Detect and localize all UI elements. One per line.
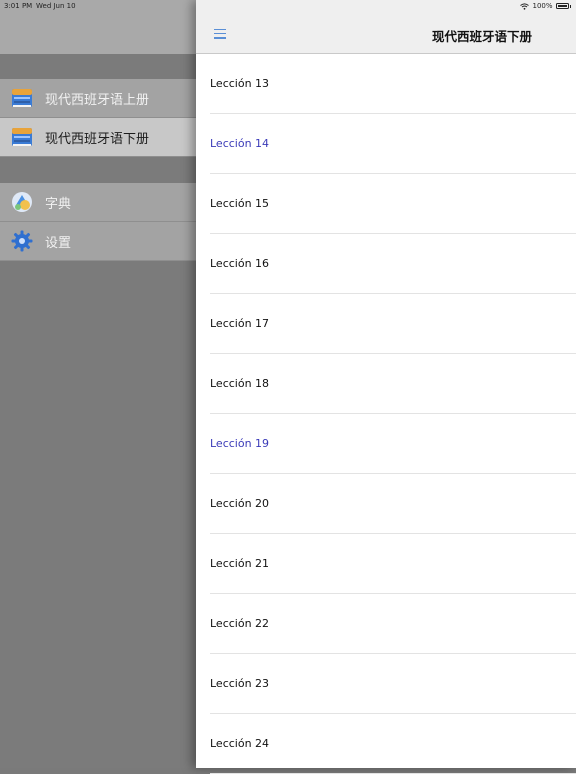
sidebar-tools-group: 字典 设置	[0, 183, 196, 261]
status-time: 3:01 PM	[4, 2, 33, 10]
dictionary-icon	[12, 192, 32, 212]
lesson-list: Lección 13 Lección 14 Lección 15 Lección…	[196, 54, 576, 774]
sidebar-item-book-1[interactable]: 现代西班牙语上册	[0, 79, 196, 118]
lesson-label: Lección 16	[210, 257, 270, 270]
sidebar-item-book-2[interactable]: 现代西班牙语下册	[0, 118, 196, 157]
lesson-row[interactable]: Lección 14	[196, 114, 576, 174]
sidebar-item-label: 现代西班牙语上册	[45, 92, 150, 108]
gear-icon	[11, 230, 33, 252]
lesson-label: Lección 23	[210, 677, 270, 690]
lesson-label: Lección 14	[210, 137, 270, 150]
lesson-row[interactable]: Lección 13	[196, 54, 576, 114]
lesson-label: Lección 15	[210, 197, 270, 210]
lesson-row[interactable]: Lección 15	[196, 174, 576, 234]
main-panel: 现代西班牙语下册 Lección 13 Lección 14 Lección 1…	[196, 0, 576, 774]
lesson-row[interactable]: Lección 20	[196, 474, 576, 534]
lesson-row[interactable]: Lección 16	[196, 234, 576, 294]
lesson-label: Lección 20	[210, 497, 270, 510]
lesson-row[interactable]: Lección 22	[196, 594, 576, 654]
battery-percent: 100%	[532, 2, 553, 10]
book-icon	[12, 128, 32, 146]
lesson-label: Lección 21	[210, 557, 270, 570]
page-title: 现代西班牙语下册	[432, 29, 533, 44]
sidebar-item-label: 字典	[45, 196, 72, 212]
sidebar-item-dictionary[interactable]: 字典	[0, 183, 196, 222]
lesson-row[interactable]: Lección 19	[196, 414, 576, 474]
lesson-label: Lección 18	[210, 377, 270, 390]
lesson-row[interactable]: Lección 23	[196, 654, 576, 714]
book-icon	[12, 89, 32, 107]
lesson-row[interactable]: Lección 17	[196, 294, 576, 354]
lesson-label: Lección 19	[210, 437, 270, 450]
lesson-row[interactable]: Lección 18	[196, 354, 576, 414]
sidebar-item-settings[interactable]: 设置	[0, 222, 196, 261]
lesson-label: Lección 22	[210, 617, 270, 630]
lesson-row[interactable]: Lección 24	[196, 714, 576, 774]
lesson-row[interactable]: Lección 21	[196, 534, 576, 594]
hamburger-menu-icon[interactable]	[214, 29, 226, 39]
lesson-label: Lección 17	[210, 317, 270, 330]
sidebar-item-label: 设置	[45, 235, 72, 251]
lesson-label: Lección 13	[210, 77, 270, 90]
sidebar-item-label: 现代西班牙语下册	[45, 131, 150, 147]
sidebar: 现代西班牙语上册 现代西班牙语下册 字典 设置	[0, 0, 196, 768]
lesson-label: Lección 24	[210, 737, 270, 750]
status-right: 100%	[520, 2, 571, 10]
status-bar: 3:01 PM Wed Jun 10 100%	[0, 0, 576, 12]
wifi-icon	[520, 2, 530, 10]
battery-icon	[555, 3, 569, 9]
sidebar-books-group: 现代西班牙语上册 现代西班牙语下册	[0, 79, 196, 157]
battery-tip	[569, 4, 571, 8]
status-date: Wed Jun 10	[36, 2, 76, 10]
